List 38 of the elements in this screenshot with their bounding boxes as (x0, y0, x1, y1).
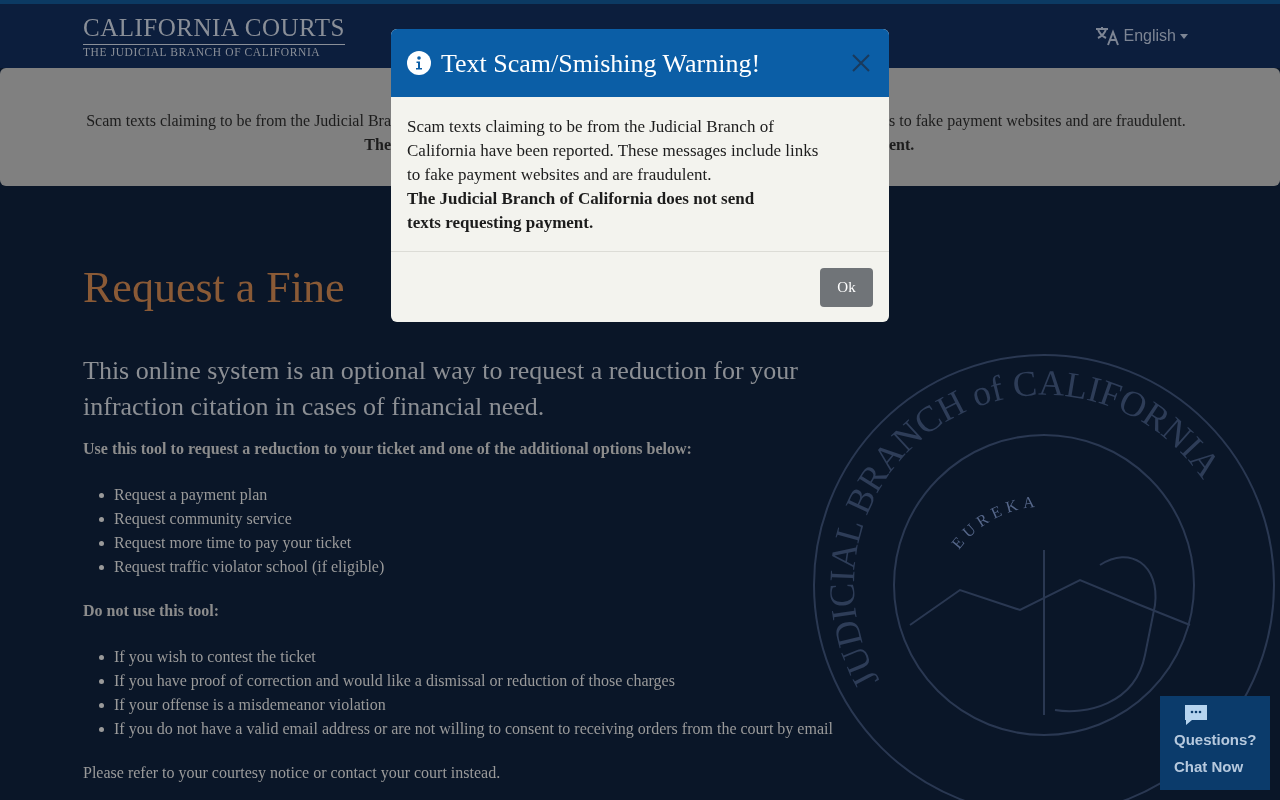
bullet-icon (99, 726, 104, 732)
dialog-message: Scam texts claiming to be from the Judicial Branch of California have been reported. These messages include links to fake payment websites and are fraudulent. (407, 116, 820, 186)
banner-text: Scam texts claiming to be from the Judicial Bra (86, 111, 391, 132)
bullet-icon (99, 516, 104, 522)
bullet-icon (99, 540, 104, 546)
close-icon (852, 54, 870, 72)
chat-bubble-icon (1184, 704, 1208, 726)
banner-text: s to fake payment websites and are fraudulent. (889, 111, 1186, 132)
bullet-icon (99, 702, 104, 708)
info-icon (407, 51, 431, 75)
caret-icon (1180, 33, 1188, 39)
bullet-icon (99, 564, 104, 570)
bullet-icon (99, 654, 104, 660)
translate-icon (1093, 25, 1120, 47)
list-item: Request traffic violator school (if eligible) (114, 557, 385, 578)
chat-label: Questions? (1174, 730, 1257, 750)
chat-button[interactable]: Questions? Chat Now (1160, 696, 1270, 790)
bullet-icon (99, 678, 104, 684)
list-item: If you have proof of correction and would like a dismissal or reduction of those charges (114, 671, 675, 692)
logo-subtitle: THE JUDICIAL BRANCH OF CALIFORNIA (83, 44, 321, 59)
list-item: If your offense is a misdemeanor violation (114, 695, 386, 716)
language-dropdown[interactable]: English (1093, 24, 1188, 48)
bullet-icon (99, 492, 104, 498)
page-title: Request a Fine (83, 262, 345, 314)
banner-text: ent. (889, 135, 915, 155)
list-item: If you do not have a valid email address or are not willing to consent to receiving orders from the court by email (114, 719, 833, 740)
chat-label: Chat Now (1174, 757, 1244, 777)
dialog-title: Text Scam/Smishing Warning! (441, 47, 762, 80)
ok-button[interactable]: Ok (820, 267, 873, 307)
footer-note: Please refer to your courtesy notice or contact your court instead. (83, 763, 501, 784)
list-item: Request community service (114, 509, 292, 530)
logo-title[interactable]: CALIFORNIA COURTS (83, 13, 345, 45)
banner-text: The (364, 135, 391, 155)
list-item: Request more time to pay your ticket (114, 533, 352, 554)
list-item: Request a payment plan (114, 485, 268, 506)
dialog-message: The Judicial Branch of California does not send texts requesting payment. (407, 188, 756, 234)
list-item: If you wish to contest the ticket (114, 647, 316, 668)
lead-paragraph: This online system is an optional way to request a reduction for your infraction citation in cases of financial need. (83, 355, 799, 423)
